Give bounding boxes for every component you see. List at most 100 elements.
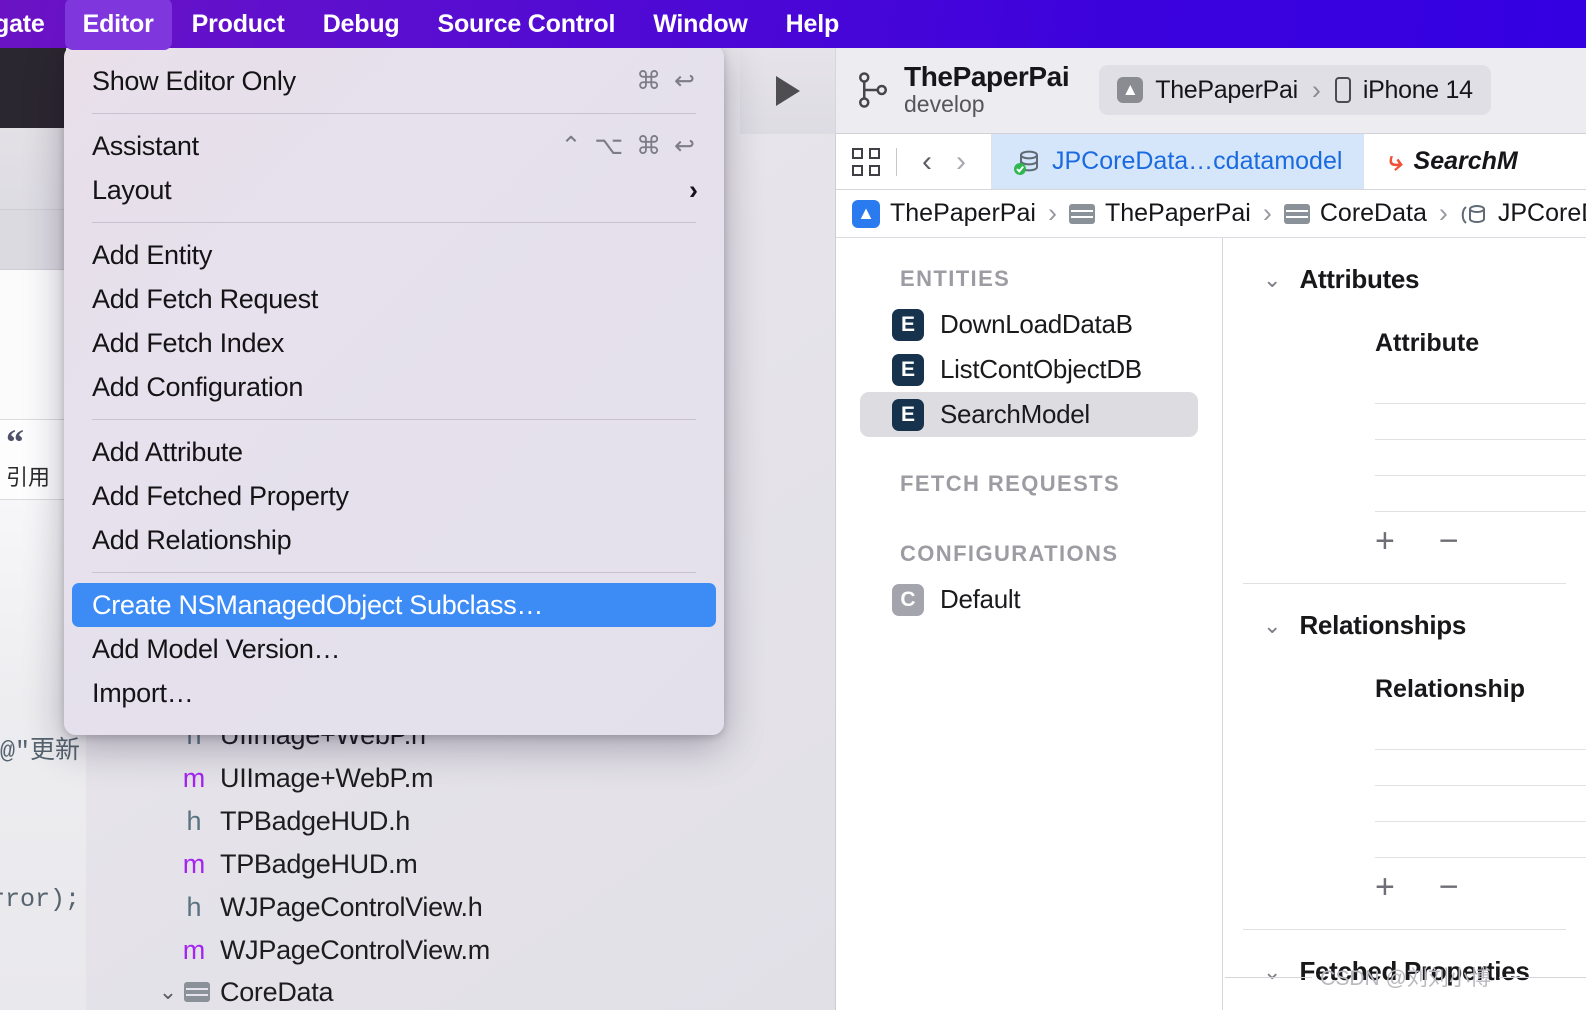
list-item[interactable]: h WJPageControlView.h — [180, 886, 820, 929]
section-header-configurations: CONFIGURATIONS — [900, 541, 1119, 566]
chevron-down-icon[interactable]: ⌄ — [156, 979, 180, 1005]
xcode-toolbar: ThePaperPai develop ▲ ThePaperPai › iPho… — [740, 47, 1586, 134]
configuration-icon: C — [892, 583, 924, 616]
menu-item-label: Import… — [92, 677, 194, 708]
breadcrumb-item-project[interactable]: ▲ ThePaperPai — [852, 199, 1036, 228]
menu-item-add-fetched-property[interactable]: Add Fetched Property — [64, 474, 724, 518]
menu-item-label: Create NSManagedObject Subclass… — [92, 589, 544, 620]
chevron-right-icon: › — [1262, 198, 1272, 228]
run-button[interactable] — [740, 47, 836, 134]
table-row[interactable] — [1375, 750, 1586, 786]
table-row[interactable] — [1375, 368, 1586, 404]
destination-app-label: ThePaperPai — [1155, 75, 1298, 104]
attributes-add-remove[interactable]: + − — [1223, 522, 1586, 561]
list-item[interactable]: m WJPageControlView.m — [180, 929, 820, 972]
breadcrumb-item-group[interactable]: ThePaperPai — [1068, 199, 1251, 228]
header-file-icon: h — [186, 806, 202, 836]
quote-icon: “ — [6, 422, 24, 462]
list-item[interactable]: h TPBadgeHUD.h — [180, 800, 820, 843]
tab-jpcoredata[interactable]: JPCoreData…cdatamodel — [992, 134, 1365, 189]
menu-debug[interactable]: Debug — [305, 4, 418, 45]
menu-item-add-attribute[interactable]: Add Attribute — [64, 430, 724, 474]
section-attributes[interactable]: ⌄ Attributes — [1223, 238, 1586, 295]
table-row[interactable] — [1375, 404, 1586, 440]
menu-item-add-fetch-index[interactable]: Add Fetch Index — [64, 321, 724, 365]
menu-navigate[interactable]: gate — [0, 4, 63, 45]
menu-product[interactable]: Product — [174, 4, 303, 45]
list-item[interactable]: m UIImage+WebP.m — [180, 757, 820, 800]
menu-bar: gate Editor Product Debug Source Control… — [0, 0, 1586, 50]
breadcrumb-item-model[interactable]: JPCoreData — [1460, 199, 1586, 228]
project-navigator-file-list[interactable]: h UIImage+WebP.h m UIImage+WebP.m h TPBa… — [159, 714, 820, 1010]
table-row[interactable] — [1375, 440, 1586, 476]
breadcrumb-label: CoreData — [1319, 199, 1427, 227]
menu-item-add-fetch-request[interactable]: Add Fetch Request — [64, 277, 724, 321]
menu-item-add-configuration[interactable]: Add Configuration — [64, 365, 724, 409]
section-relationships[interactable]: ⌄ Relationships — [1223, 584, 1586, 641]
menu-window[interactable]: Window — [635, 4, 765, 45]
play-icon — [775, 75, 800, 106]
remove-attribute-button[interactable]: − — [1439, 522, 1459, 561]
list-item-folder-coredata[interactable]: ⌄ CoreData — [156, 972, 820, 1010]
remove-relationship-button[interactable]: − — [1439, 868, 1459, 907]
chevron-down-icon[interactable]: ⌄ — [1263, 267, 1281, 293]
grid-icon[interactable] — [852, 147, 880, 176]
breadcrumb-label: JPCoreData — [1497, 199, 1586, 227]
folder-icon — [1283, 203, 1310, 224]
menu-item-create-nsmanagedobject-subclass[interactable]: Create NSManagedObject Subclass… — [72, 583, 716, 627]
editor-dropdown-menu: Show Editor Only ⌘ ↩ Assistant ⌃ ⌥ ⌘ ↩ L… — [64, 45, 724, 735]
back-icon[interactable]: ‹ — [913, 145, 941, 179]
menu-item-show-editor-only[interactable]: Show Editor Only ⌘ ↩ — [64, 59, 724, 103]
file-name: TPBadgeHUD.h — [220, 806, 410, 836]
table-row[interactable] — [1375, 822, 1586, 858]
implementation-file-icon: m — [182, 849, 206, 879]
implementation-file-icon: m — [182, 935, 206, 965]
destination-chooser[interactable]: ▲ ThePaperPai › iPhone 14 — [1099, 65, 1491, 116]
section-title: Relationships — [1299, 610, 1467, 640]
breadcrumb[interactable]: ▲ ThePaperPai › ThePaperPai › CoreData ›… — [836, 190, 1586, 238]
menu-item-import[interactable]: Import… — [64, 671, 724, 715]
relationships-add-remove[interactable]: + − — [1223, 868, 1586, 907]
breadcrumb-label: ThePaperPai — [890, 199, 1036, 227]
add-relationship-button[interactable]: + — [1375, 868, 1395, 907]
configuration-row-default[interactable]: C Default — [860, 577, 1198, 622]
list-item[interactable]: m TPBadgeHUD.m — [180, 843, 820, 886]
menu-source-control[interactable]: Source Control — [419, 4, 633, 45]
swift-icon: ⤷ — [1386, 145, 1402, 176]
menu-item-label: Add Fetched Property — [92, 480, 349, 511]
scheme-selector[interactable]: ThePaperPai develop ▲ ThePaperPai › iPho… — [836, 62, 1491, 119]
attributes-table[interactable] — [1375, 368, 1586, 512]
tab-searchmodel[interactable]: ⤷ SearchM — [1364, 134, 1539, 189]
chevron-down-icon[interactable]: ⌄ — [1263, 613, 1281, 639]
column-header-relationship: Relationship — [1375, 675, 1526, 703]
forward-icon[interactable]: › — [947, 145, 975, 179]
table-row[interactable] — [1375, 786, 1586, 822]
menu-editor[interactable]: Editor — [64, 0, 172, 50]
section-header-fetch-requests: FETCH REQUESTS — [900, 471, 1121, 496]
menu-item-layout[interactable]: Layout › — [64, 168, 724, 212]
branch-icon — [858, 72, 888, 109]
file-name: TPBadgeHUD.m — [220, 849, 418, 879]
menu-help[interactable]: Help — [768, 4, 857, 45]
menu-separator — [92, 572, 696, 573]
chevron-right-icon: › — [689, 174, 698, 205]
tab-label: SearchM — [1413, 147, 1518, 175]
code-fragment-1: @"更新 — [0, 737, 81, 766]
add-attribute-button[interactable]: + — [1375, 522, 1395, 561]
menu-item-add-model-version[interactable]: Add Model Version… — [64, 627, 724, 671]
menu-item-add-entity[interactable]: Add Entity — [64, 233, 724, 277]
entity-row-listcontobjectdb[interactable]: E ListContObjectDB — [860, 347, 1198, 392]
entity-label: DownLoadDataB — [940, 309, 1133, 339]
breadcrumb-item-coredata[interactable]: CoreData — [1283, 199, 1427, 228]
menu-item-add-relationship[interactable]: Add Relationship — [64, 518, 724, 562]
menu-item-assistant[interactable]: Assistant ⌃ ⌥ ⌘ ↩ — [64, 124, 724, 168]
menu-item-label: Layout — [92, 174, 172, 205]
relationships-table[interactable] — [1375, 714, 1586, 858]
entity-row-searchmodel[interactable]: E SearchModel — [860, 392, 1198, 437]
table-row[interactable] — [1375, 476, 1586, 512]
entity-icon: E — [892, 398, 924, 431]
entity-row-downloaddatab[interactable]: E DownLoadDataB — [860, 302, 1198, 347]
destination-device-label: iPhone 14 — [1362, 75, 1473, 104]
table-row[interactable] — [1375, 714, 1586, 750]
